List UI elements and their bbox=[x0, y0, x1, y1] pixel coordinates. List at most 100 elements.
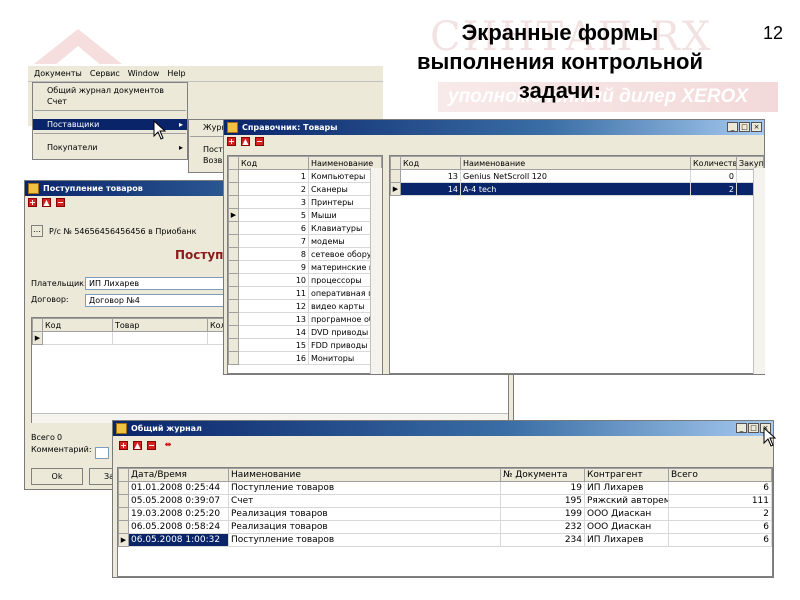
table-row[interactable]: 9 материнские пл bbox=[228, 260, 382, 274]
journal-grid[interactable]: Дата/Время Наименование № Документа Контраг… bbox=[117, 467, 773, 577]
column-header[interactable]: Всего bbox=[668, 468, 772, 482]
journal-titlebar[interactable]: Общий журнал _ □ × bbox=[113, 421, 773, 436]
add-button[interactable]: + bbox=[119, 441, 128, 450]
table-row[interactable]: 06.05.2008 0:58:24 Реализация товаров 232 О… bbox=[118, 520, 772, 534]
table-cell: Реализация товаров bbox=[228, 507, 501, 521]
menubar: Документы Сервис Window Help bbox=[28, 66, 383, 82]
minimize-button[interactable]: _ bbox=[727, 122, 738, 132]
table-cell: 10 bbox=[238, 273, 309, 287]
table-row[interactable]: 6 Клавиатуры bbox=[228, 221, 382, 235]
table-cell: 3 bbox=[238, 195, 309, 209]
table-row[interactable]: ▶ 06.05.2008 1:00:32 Поступление товаров 23… bbox=[118, 533, 772, 547]
form-icon bbox=[116, 423, 127, 434]
menu-item-invoice[interactable]: Счет bbox=[33, 96, 187, 107]
table-row[interactable]: 19.03.2008 0:25:20 Реализация товаров 199 О… bbox=[118, 507, 772, 521]
table-row[interactable]: 14 DVD приводы bbox=[228, 325, 382, 339]
column-header[interactable]: Количество bbox=[690, 156, 737, 170]
table-row[interactable]: 16 Мониторы bbox=[228, 351, 382, 365]
table-cell: 199 bbox=[500, 507, 585, 521]
table-row[interactable]: 10 процессоры bbox=[228, 273, 382, 287]
close-button[interactable]: × bbox=[751, 122, 762, 132]
row-indicator bbox=[118, 494, 129, 508]
delete-button[interactable]: − bbox=[255, 137, 264, 146]
journal-toolbar: + ▲ − ⇹ bbox=[113, 436, 773, 456]
filter-icon[interactable]: ⇹ bbox=[161, 441, 175, 450]
maximize-button[interactable]: □ bbox=[748, 423, 759, 433]
categories-grid[interactable]: Код Наименование 1 Компьютеры 2 Сканеры 3 Прин… bbox=[227, 155, 383, 374]
column-header[interactable]: Наименование bbox=[228, 468, 501, 482]
row-indicator bbox=[228, 273, 239, 287]
delete-button[interactable]: − bbox=[56, 198, 65, 207]
column-header[interactable]: Код bbox=[238, 156, 309, 170]
table-cell: 232 bbox=[500, 520, 585, 534]
column-header[interactable]: Код bbox=[400, 156, 461, 170]
submenu-item-return[interactable]: Возвр bbox=[189, 155, 227, 166]
menu-window[interactable]: Window bbox=[128, 69, 160, 78]
submenu-item-receipt[interactable]: Пост bbox=[189, 144, 227, 155]
comment-field[interactable] bbox=[95, 447, 109, 459]
edit-button[interactable]: ▲ bbox=[42, 198, 51, 207]
table-row[interactable]: 05.05.2008 0:39:07 Счет 195 Ряжский авторем… bbox=[118, 494, 772, 508]
page-number: 12 bbox=[763, 23, 784, 43]
ok-button[interactable]: Ok bbox=[31, 468, 83, 485]
catalog-titlebar[interactable]: Справочник: Товары _ □ × bbox=[224, 120, 764, 135]
table-row[interactable]: ▶ 14 A-4 tech 2 bbox=[390, 182, 764, 196]
submenu-item-journal[interactable]: Журн bbox=[189, 122, 227, 133]
table-row[interactable]: 13 Genius NetScroll 120 0 bbox=[390, 169, 764, 183]
table-cell: 12 bbox=[238, 299, 309, 313]
column-header[interactable]: Наименование bbox=[460, 156, 691, 170]
add-button[interactable]: + bbox=[227, 137, 236, 146]
edit-button[interactable]: ▲ bbox=[133, 441, 142, 450]
column-header[interactable]: Дата/Время bbox=[128, 468, 229, 482]
table-cell: 6 bbox=[238, 221, 309, 235]
table-row[interactable]: 3 Принтеры bbox=[228, 195, 382, 209]
column-header[interactable]: № Документа bbox=[500, 468, 585, 482]
table-row[interactable]: 01.01.2008 0:25:44 Поступление товаров 19 И… bbox=[118, 481, 772, 495]
categories-vscroll[interactable] bbox=[370, 168, 382, 374]
maximize-button[interactable]: □ bbox=[739, 122, 750, 132]
contract-field[interactable]: Договор №4 bbox=[85, 294, 225, 307]
products-vscroll[interactable] bbox=[753, 168, 765, 374]
slide-title-line: задачи: bbox=[518, 78, 602, 103]
contract-label: Договор: bbox=[31, 295, 69, 304]
receipt-title: Поступление товаров bbox=[43, 184, 143, 193]
table-cell: 19 bbox=[500, 481, 585, 495]
column-header[interactable]: Контрагент bbox=[584, 468, 669, 482]
products-grid[interactable]: КодНаименованиеКоличествоЗакуп 13Genius … bbox=[389, 155, 765, 374]
menu-item-journal[interactable]: Общий журнал документов bbox=[33, 85, 187, 96]
catalog-title: Справочник: Товары bbox=[242, 123, 338, 132]
table-row[interactable]: 15 FDD приводы bbox=[228, 338, 382, 352]
table-row[interactable]: 13 програмное обе bbox=[228, 312, 382, 326]
column-header[interactable]: Код bbox=[42, 318, 113, 332]
row-indicator bbox=[228, 195, 239, 209]
table-row[interactable]: 8 сетевое оборуд bbox=[228, 247, 382, 261]
slide-title: Экранные формы выполнения контрольной за… bbox=[380, 18, 740, 105]
minimize-button[interactable]: _ bbox=[736, 423, 747, 433]
payer-field[interactable]: ИП Лихарев bbox=[85, 277, 225, 290]
menu-separator bbox=[190, 136, 226, 140]
row-indicator bbox=[390, 169, 401, 183]
row-indicator bbox=[228, 260, 239, 274]
journal-window: Общий журнал _ □ × + ▲ − ⇹ Дата/Время Наиме… bbox=[112, 420, 774, 578]
menu-service[interactable]: Сервис bbox=[90, 69, 120, 78]
table-row[interactable]: 7 модемы bbox=[228, 234, 382, 248]
add-button[interactable]: + bbox=[28, 198, 37, 207]
table-row[interactable]: 1 Компьютеры bbox=[228, 169, 382, 183]
menu-help[interactable]: Help bbox=[167, 69, 185, 78]
menu-item-customers-label: Покупатели bbox=[47, 143, 98, 152]
menu-item-customers[interactable]: Покупатели ▸ bbox=[33, 142, 187, 153]
table-cell: 14 bbox=[400, 182, 461, 196]
table-cell: 05.05.2008 0:39:07 bbox=[128, 494, 229, 508]
slide-title-line: выполнения контрольной bbox=[416, 49, 704, 74]
account-select-button[interactable]: … bbox=[31, 225, 43, 237]
column-header[interactable]: Товар bbox=[112, 318, 208, 332]
table-cell: 11 bbox=[238, 286, 309, 300]
table-row[interactable]: 12 видео карты bbox=[228, 299, 382, 313]
delete-button[interactable]: − bbox=[147, 441, 156, 450]
table-row[interactable]: ▶ 5 Мыши bbox=[228, 208, 382, 222]
edit-button[interactable]: ▲ bbox=[241, 137, 250, 146]
menu-documents[interactable]: Документы bbox=[34, 69, 82, 78]
table-row[interactable]: 2 Сканеры bbox=[228, 182, 382, 196]
table-cell: 13 bbox=[238, 312, 309, 326]
table-row[interactable]: 11 оперативная па bbox=[228, 286, 382, 300]
